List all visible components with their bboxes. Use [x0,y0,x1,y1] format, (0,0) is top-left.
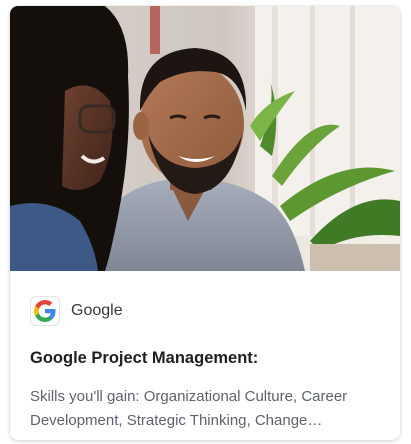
course-card-body: Google Google Project Management: Skills… [10,271,400,440]
partner-name: Google [71,302,123,319]
course-title[interactable]: Google Project Management: [30,349,380,368]
course-card[interactable]: Google Google Project Management: Skills… [10,6,400,440]
skills-summary: Skills you'll gain: Organizational Cultu… [30,385,386,433]
course-hero-image [10,6,400,271]
skills-line-2: Development, Strategic Thinking, Change… [30,412,323,429]
google-logo-icon [30,296,60,326]
skills-line-1: Skills you'll gain: Organizational Cultu… [30,388,348,405]
partner-row: Google [30,295,123,327]
course-hero-photo-icon [10,6,400,271]
